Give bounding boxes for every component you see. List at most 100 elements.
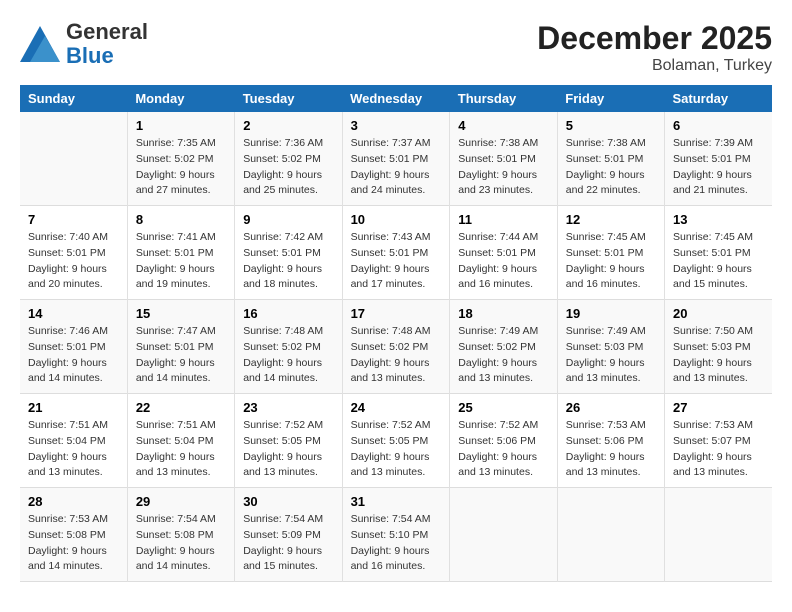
day-info: Sunrise: 7:40 AMSunset: 5:01 PMDaylight:… [28, 230, 119, 293]
calendar-cell: 15 Sunrise: 7:47 AMSunset: 5:01 PMDayligh… [127, 300, 234, 394]
day-info: Sunrise: 7:38 AMSunset: 5:01 PMDaylight:… [458, 136, 549, 199]
day-info: Sunrise: 7:49 AMSunset: 5:03 PMDaylight:… [566, 324, 656, 387]
day-number: 4 [458, 118, 549, 133]
calendar-cell: 21 Sunrise: 7:51 AMSunset: 5:04 PMDayligh… [20, 394, 127, 488]
calendar-cell: 5Sunrise: 7:38 AMSunset: 5:01 PMDaylight… [557, 112, 664, 206]
calendar-cell: 22 Sunrise: 7:51 AMSunset: 5:04 PMDayligh… [127, 394, 234, 488]
day-info: Sunrise: 7:52 AMSunset: 5:05 PMDaylight:… [351, 418, 442, 481]
day-info: Sunrise: 7:36 AMSunset: 5:02 PMDaylight:… [243, 136, 333, 199]
day-number: 23 [243, 400, 333, 415]
calendar-cell: 17Sunrise: 7:48 AMSunset: 5:02 PMDayligh… [342, 300, 450, 394]
calendar-cell: 27 Sunrise: 7:53 AMSunset: 5:07 PMDayligh… [665, 394, 772, 488]
calendar-cell: 29 Sunrise: 7:54 AMSunset: 5:08 PMDayligh… [127, 488, 234, 582]
calendar-cell: 20Sunrise: 7:50 AMSunset: 5:03 PMDayligh… [665, 300, 772, 394]
calendar-cell [20, 112, 127, 206]
day-number: 18 [458, 306, 549, 321]
day-info: Sunrise: 7:47 AMSunset: 5:01 PMDaylight:… [136, 324, 226, 387]
calendar-cell: 30Sunrise: 7:54 AMSunset: 5:09 PMDayligh… [235, 488, 342, 582]
day-number: 19 [566, 306, 656, 321]
calendar-week-5: 28 Sunrise: 7:53 AMSunset: 5:08 PMDayligh… [20, 488, 772, 582]
calendar-week-3: 14 Sunrise: 7:46 AMSunset: 5:01 PMDayligh… [20, 300, 772, 394]
day-number: 28 [28, 494, 119, 509]
calendar-cell: 19 Sunrise: 7:49 AMSunset: 5:03 PMDayligh… [557, 300, 664, 394]
day-info: Sunrise: 7:53 AMSunset: 5:06 PMDaylight:… [566, 418, 656, 481]
calendar-cell: 13 Sunrise: 7:45 AMSunset: 5:01 PMDayligh… [665, 206, 772, 300]
day-number: 29 [136, 494, 226, 509]
day-info: Sunrise: 7:52 AMSunset: 5:06 PMDaylight:… [458, 418, 549, 481]
calendar-cell: 12 Sunrise: 7:45 AMSunset: 5:01 PMDayligh… [557, 206, 664, 300]
location-label: Bolaman, Turkey [537, 57, 772, 75]
day-info: Sunrise: 7:35 AMSunset: 5:02 PMDaylight:… [136, 136, 226, 199]
day-info: Sunrise: 7:48 AMSunset: 5:02 PMDaylight:… [351, 324, 442, 387]
day-info: Sunrise: 7:50 AMSunset: 5:03 PMDaylight:… [673, 324, 764, 387]
calendar-cell: 4 Sunrise: 7:38 AMSunset: 5:01 PMDaylight… [450, 112, 558, 206]
day-info: Sunrise: 7:53 AMSunset: 5:07 PMDaylight:… [673, 418, 764, 481]
day-info: Sunrise: 7:37 AMSunset: 5:01 PMDaylight:… [351, 136, 442, 199]
calendar-cell: 10Sunrise: 7:43 AMSunset: 5:01 PMDayligh… [342, 206, 450, 300]
day-number: 21 [28, 400, 119, 415]
calendar-cell [557, 488, 664, 582]
logo-icon [20, 26, 60, 62]
calendar-cell: 1 Sunrise: 7:35 AMSunset: 5:02 PMDaylight… [127, 112, 234, 206]
day-number: 27 [673, 400, 764, 415]
month-year-title: December 2025 [537, 20, 772, 57]
calendar-cell: 3 Sunrise: 7:37 AMSunset: 5:01 PMDaylight… [342, 112, 450, 206]
day-number: 12 [566, 212, 656, 227]
calendar-cell: 28 Sunrise: 7:53 AMSunset: 5:08 PMDayligh… [20, 488, 127, 582]
calendar-cell: 31 Sunrise: 7:54 AMSunset: 5:10 PMDayligh… [342, 488, 450, 582]
day-info: Sunrise: 7:54 AMSunset: 5:08 PMDaylight:… [136, 512, 226, 575]
day-info: Sunrise: 7:53 AMSunset: 5:08 PMDaylight:… [28, 512, 119, 575]
col-saturday: Saturday [665, 85, 772, 112]
calendar-cell: 14 Sunrise: 7:46 AMSunset: 5:01 PMDayligh… [20, 300, 127, 394]
day-info: Sunrise: 7:52 AMSunset: 5:05 PMDaylight:… [243, 418, 333, 481]
day-number: 30 [243, 494, 333, 509]
calendar-cell: 8 Sunrise: 7:41 AMSunset: 5:01 PMDaylight… [127, 206, 234, 300]
day-info: Sunrise: 7:49 AMSunset: 5:02 PMDaylight:… [458, 324, 549, 387]
calendar-cell: 26 Sunrise: 7:53 AMSunset: 5:06 PMDayligh… [557, 394, 664, 488]
col-sunday: Sunday [20, 85, 127, 112]
day-number: 26 [566, 400, 656, 415]
day-info: Sunrise: 7:45 AMSunset: 5:01 PMDaylight:… [673, 230, 764, 293]
calendar-header-row: Sunday Monday Tuesday Wednesday Thursday… [20, 85, 772, 112]
logo: General Blue [20, 20, 148, 68]
calendar-week-1: 1 Sunrise: 7:35 AMSunset: 5:02 PMDaylight… [20, 112, 772, 206]
day-info: Sunrise: 7:51 AMSunset: 5:04 PMDaylight:… [28, 418, 119, 481]
day-number: 3 [351, 118, 442, 133]
col-monday: Monday [127, 85, 234, 112]
calendar-cell [665, 488, 772, 582]
calendar-cell: 23 Sunrise: 7:52 AMSunset: 5:05 PMDayligh… [235, 394, 342, 488]
logo-general: General [66, 19, 148, 44]
day-number: 1 [136, 118, 226, 133]
day-number: 13 [673, 212, 764, 227]
day-number: 11 [458, 212, 549, 227]
calendar-cell: 6Sunrise: 7:39 AMSunset: 5:01 PMDaylight… [665, 112, 772, 206]
day-number: 15 [136, 306, 226, 321]
calendar-cell: 11 Sunrise: 7:44 AMSunset: 5:01 PMDayligh… [450, 206, 558, 300]
col-tuesday: Tuesday [235, 85, 342, 112]
day-info: Sunrise: 7:45 AMSunset: 5:01 PMDaylight:… [566, 230, 656, 293]
day-number: 8 [136, 212, 226, 227]
day-info: Sunrise: 7:46 AMSunset: 5:01 PMDaylight:… [28, 324, 119, 387]
calendar-week-4: 21 Sunrise: 7:51 AMSunset: 5:04 PMDayligh… [20, 394, 772, 488]
day-info: Sunrise: 7:41 AMSunset: 5:01 PMDaylight:… [136, 230, 226, 293]
day-number: 7 [28, 212, 119, 227]
calendar-week-2: 7 Sunrise: 7:40 AMSunset: 5:01 PMDaylight… [20, 206, 772, 300]
day-number: 6 [673, 118, 764, 133]
day-info: Sunrise: 7:54 AMSunset: 5:10 PMDaylight:… [351, 512, 442, 575]
calendar-cell: 2 Sunrise: 7:36 AMSunset: 5:02 PMDaylight… [235, 112, 342, 206]
title-block: December 2025 Bolaman, Turkey [537, 20, 772, 75]
day-number: 2 [243, 118, 333, 133]
day-number: 5 [566, 118, 656, 133]
col-thursday: Thursday [450, 85, 558, 112]
calendar-cell: 25Sunrise: 7:52 AMSunset: 5:06 PMDayligh… [450, 394, 558, 488]
day-info: Sunrise: 7:42 AMSunset: 5:01 PMDaylight:… [243, 230, 333, 293]
day-number: 14 [28, 306, 119, 321]
calendar-cell: 18 Sunrise: 7:49 AMSunset: 5:02 PMDayligh… [450, 300, 558, 394]
calendar-cell: 24Sunrise: 7:52 AMSunset: 5:05 PMDayligh… [342, 394, 450, 488]
day-info: Sunrise: 7:44 AMSunset: 5:01 PMDaylight:… [458, 230, 549, 293]
day-number: 22 [136, 400, 226, 415]
day-info: Sunrise: 7:48 AMSunset: 5:02 PMDaylight:… [243, 324, 333, 387]
day-info: Sunrise: 7:51 AMSunset: 5:04 PMDaylight:… [136, 418, 226, 481]
col-wednesday: Wednesday [342, 85, 450, 112]
day-number: 31 [351, 494, 442, 509]
